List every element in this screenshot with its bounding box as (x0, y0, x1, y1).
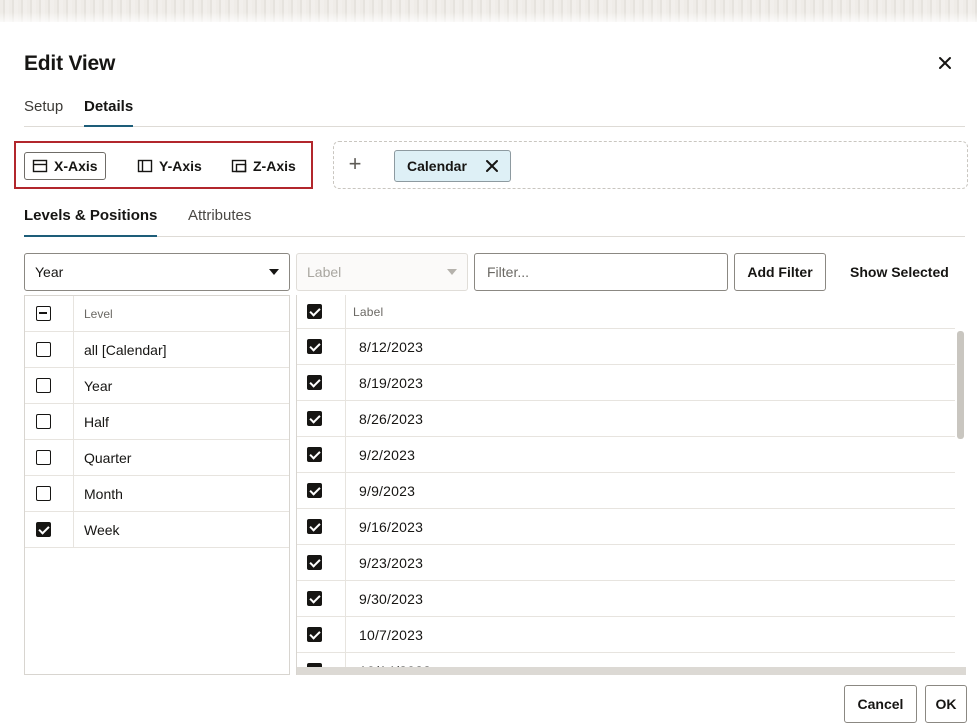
member-row[interactable]: 8/26/2023 (297, 401, 955, 437)
member-label: 9/9/2023 (359, 483, 416, 499)
members-table: Label 8/12/2023 8/19/2023 8/26/2023 9/2/202… (296, 295, 966, 675)
ok-button[interactable]: OK (925, 685, 967, 723)
level-row[interactable]: Quarter (25, 440, 289, 476)
tab-attributes[interactable]: Attributes (188, 206, 251, 237)
members-header-row: Label (297, 295, 955, 329)
level-row[interactable]: all [Calendar] (25, 332, 289, 368)
level-checkbox[interactable] (36, 414, 51, 429)
member-row[interactable]: 9/9/2023 (297, 473, 955, 509)
level-select[interactable]: Year (24, 253, 290, 291)
level-label: Week (84, 522, 120, 538)
label-select-value: Label (307, 264, 342, 280)
show-selected-button[interactable]: Show Selected (838, 253, 961, 291)
levels-table: Level all [Calendar] Year Half Quarter Month… (24, 295, 290, 675)
dimension-pill[interactable]: Calendar (394, 150, 511, 182)
horizontal-scrollbar[interactable] (297, 667, 966, 675)
member-label: 9/16/2023 (359, 519, 424, 535)
label-select: Label (296, 253, 468, 291)
select-all-members-checkbox[interactable] (307, 304, 322, 319)
vertical-scrollbar[interactable] (957, 331, 964, 439)
member-checkbox[interactable] (307, 375, 322, 390)
x-axis-label: X-Axis (54, 158, 98, 174)
member-label: 8/19/2023 (359, 375, 424, 391)
subtab-bar: Levels & Positions Attributes (24, 206, 965, 237)
level-label: all [Calendar] (84, 342, 167, 358)
member-checkbox[interactable] (307, 591, 322, 606)
member-row[interactable]: 9/23/2023 (297, 545, 955, 581)
cancel-button[interactable]: Cancel (844, 685, 917, 723)
level-checkbox[interactable] (36, 522, 51, 537)
level-checkbox[interactable] (36, 378, 51, 393)
remove-dimension-icon[interactable] (484, 158, 500, 174)
members-header-label: Label (353, 305, 384, 319)
z-axis-label: Z-Axis (253, 158, 296, 174)
dialog-title: Edit View (24, 52, 116, 75)
member-checkbox[interactable] (307, 447, 322, 462)
x-axis-icon (32, 159, 48, 173)
member-row[interactable]: 8/19/2023 (297, 365, 955, 401)
close-icon[interactable] (934, 52, 956, 74)
member-label: 9/30/2023 (359, 591, 424, 607)
level-row[interactable]: Half (25, 404, 289, 440)
add-filter-button[interactable]: Add Filter (734, 253, 826, 291)
member-label: 10/7/2023 (359, 627, 424, 643)
dimension-drop-zone[interactable]: + Calendar (333, 141, 968, 189)
level-checkbox[interactable] (36, 450, 51, 465)
level-label: Month (84, 486, 123, 502)
member-label: 8/12/2023 (359, 339, 424, 355)
levels-header-row: Level (25, 296, 289, 332)
y-axis-label: Y-Axis (159, 158, 202, 174)
member-checkbox[interactable] (307, 339, 322, 354)
level-label: Half (84, 414, 109, 430)
tab-details[interactable]: Details (84, 96, 134, 127)
tab-bar: Setup Details (24, 96, 965, 127)
filter-input[interactable] (474, 253, 728, 291)
member-checkbox[interactable] (307, 411, 322, 426)
level-select-value: Year (35, 264, 64, 280)
background-fade (0, 12, 977, 26)
chevron-down-icon (269, 269, 279, 275)
z-axis-button[interactable]: Z-Axis (224, 152, 303, 180)
member-row[interactable]: 8/12/2023 (297, 329, 955, 365)
y-axis-button[interactable]: Y-Axis (130, 152, 209, 180)
tab-levels-positions[interactable]: Levels & Positions (24, 206, 158, 237)
chevron-down-icon (447, 269, 457, 275)
axis-selector: X-Axis Y-Axis Z-Axis (14, 141, 313, 189)
select-all-levels-checkbox[interactable] (36, 306, 51, 321)
level-checkbox[interactable] (36, 342, 51, 357)
level-row[interactable]: Month (25, 476, 289, 512)
member-row[interactable]: 10/7/2023 (297, 617, 955, 653)
y-axis-icon (137, 159, 153, 173)
level-label: Year (84, 378, 113, 394)
member-checkbox[interactable] (307, 627, 322, 642)
level-row[interactable]: Week (25, 512, 289, 548)
levels-header-label: Level (84, 307, 113, 321)
member-checkbox[interactable] (307, 555, 322, 570)
dimension-pill-label: Calendar (407, 158, 467, 174)
level-row[interactable]: Year (25, 368, 289, 404)
member-checkbox[interactable] (307, 483, 322, 498)
member-row[interactable]: 9/30/2023 (297, 581, 955, 617)
add-dimension-icon[interactable]: + (344, 153, 366, 175)
level-checkbox[interactable] (36, 486, 51, 501)
z-axis-icon (231, 159, 247, 173)
level-label: Quarter (84, 450, 132, 466)
member-label: 8/26/2023 (359, 411, 424, 427)
member-row[interactable]: 9/2/2023 (297, 437, 955, 473)
member-row[interactable]: 9/16/2023 (297, 509, 955, 545)
member-label: 9/23/2023 (359, 555, 424, 571)
member-checkbox[interactable] (307, 519, 322, 534)
x-axis-button[interactable]: X-Axis (24, 152, 106, 180)
member-label: 9/2/2023 (359, 447, 416, 463)
tab-setup[interactable]: Setup (24, 96, 63, 127)
